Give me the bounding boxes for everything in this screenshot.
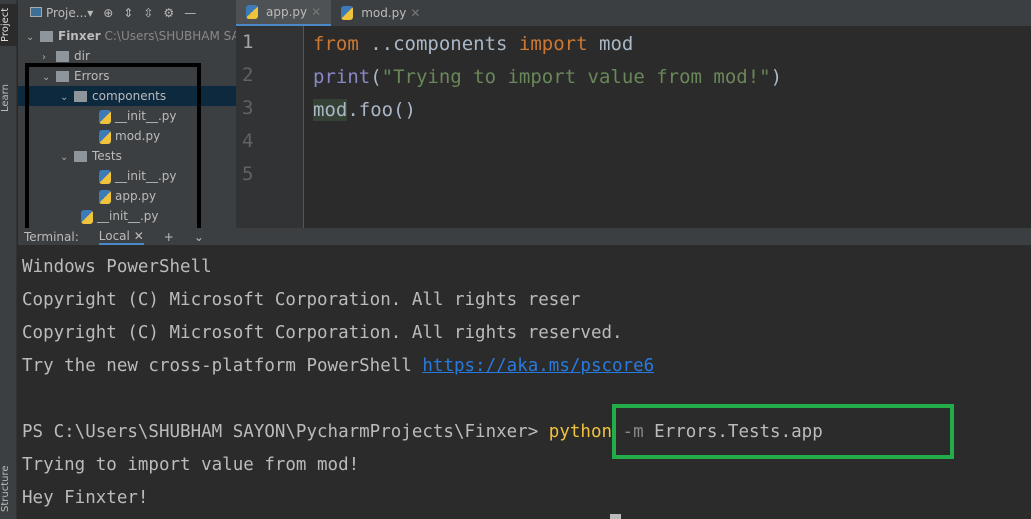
- close-icon[interactable]: ✕: [311, 5, 321, 19]
- project-tool-tab[interactable]: Project: [0, 4, 17, 46]
- structure-tool-tab[interactable]: Structure: [0, 462, 17, 516]
- keyword: from: [313, 33, 359, 55]
- code-text: mod: [587, 33, 634, 55]
- editor: app.py ✕ mod.py ✕ 1 2 3 4 5 from ..compo…: [236, 0, 1031, 228]
- builtin: print: [313, 66, 371, 88]
- minimize-icon[interactable]: —: [184, 6, 196, 20]
- line-gutter: 1 2 3 4 5: [236, 26, 304, 228]
- locate-icon[interactable]: ⊕: [103, 6, 113, 20]
- tab-label: Local: [98, 228, 130, 243]
- code-text: mod: [313, 99, 348, 121]
- code-text: ): [770, 66, 783, 88]
- editor-tabs: app.py ✕ mod.py ✕: [236, 0, 1031, 26]
- terminal-title: Terminal:: [24, 229, 79, 244]
- keyword: import: [518, 33, 588, 55]
- code-text: (: [370, 66, 382, 88]
- tab-label: app.py: [266, 5, 308, 19]
- python-file-icon: [341, 6, 354, 20]
- code-line-1: from ..components import mod: [313, 28, 782, 61]
- chevron-down-icon[interactable]: ⌄: [194, 230, 204, 244]
- prompt: PS C:\Users\SHUBHAM SAYON\PycharmProject…: [22, 422, 549, 442]
- terminal-output[interactable]: Windows PowerShell Copyright (C) Microso…: [22, 251, 823, 515]
- close-icon[interactable]: ✕: [410, 6, 420, 20]
- terminal-line: Copyright (C) Microsoft Corporation. All…: [22, 290, 581, 310]
- project-view-label: Proje...: [46, 6, 88, 20]
- folder-icon: [56, 51, 69, 62]
- tree-root[interactable]: ⌄Finxer C:\Users\SHUBHAM SAYON: [18, 26, 236, 46]
- tab-label: mod.py: [361, 6, 407, 20]
- collapse-all-icon[interactable]: ⇳: [143, 6, 153, 20]
- line-number: 4: [242, 130, 254, 152]
- folder-icon: [40, 31, 53, 42]
- left-tool-strip: Project Learn Structure: [0, 0, 17, 519]
- highlight-box-green: [612, 404, 954, 459]
- root-path: C:\Users\SHUBHAM SAYON: [104, 29, 236, 43]
- terminal-line: Try the new cross-platform PowerShell ht…: [22, 350, 823, 383]
- terminal-line: Windows PowerShell: [22, 257, 212, 277]
- line-number: 5: [242, 163, 254, 185]
- command: python: [548, 422, 613, 442]
- python-file-icon: [246, 5, 258, 19]
- project-toolbar: Proje...▾ ⊕ ⇕ ⇳ ⚙ —: [18, 0, 236, 26]
- code-text: ..components: [358, 33, 519, 55]
- terminal-text: Try the new cross-platform PowerShell: [22, 356, 423, 376]
- learn-tool-tab[interactable]: Learn: [0, 80, 17, 116]
- code-line-3: mod.foo(): [313, 94, 782, 127]
- project-view-dropdown[interactable]: Proje...▾: [30, 6, 93, 20]
- code-area[interactable]: from ..components import mod print("Tryi…: [313, 28, 782, 127]
- line-number: 3: [242, 97, 254, 119]
- line-number: 2: [242, 64, 254, 86]
- code-line-2: print("Trying to import value from mod!"…: [313, 61, 782, 94]
- terminal-tab-local[interactable]: Local ✕: [98, 228, 144, 245]
- tab-app-py[interactable]: app.py ✕: [236, 0, 332, 26]
- terminal-line: Copyright (C) Microsoft Corporation. All…: [22, 323, 623, 343]
- pscore-link[interactable]: https://aka.ms/pscore6: [422, 356, 654, 376]
- terminal-cursor: [610, 514, 621, 519]
- root-label: Finxer: [58, 29, 101, 43]
- terminal-line: Hey Finxter!: [22, 488, 149, 508]
- tab-mod-py[interactable]: mod.py ✕: [331, 0, 430, 26]
- expand-all-icon[interactable]: ⇕: [123, 6, 133, 20]
- code-text: .foo(): [347, 99, 416, 121]
- new-terminal-icon[interactable]: +: [164, 230, 174, 244]
- highlight-box-black: [25, 63, 201, 237]
- string: "Trying to import value from mod!": [381, 66, 771, 88]
- item-label: dir: [74, 49, 90, 63]
- terminal-header: Terminal: Local ✕ + ⌄: [18, 228, 1031, 245]
- gear-icon[interactable]: ⚙: [163, 6, 174, 20]
- line-number: 1: [242, 31, 254, 53]
